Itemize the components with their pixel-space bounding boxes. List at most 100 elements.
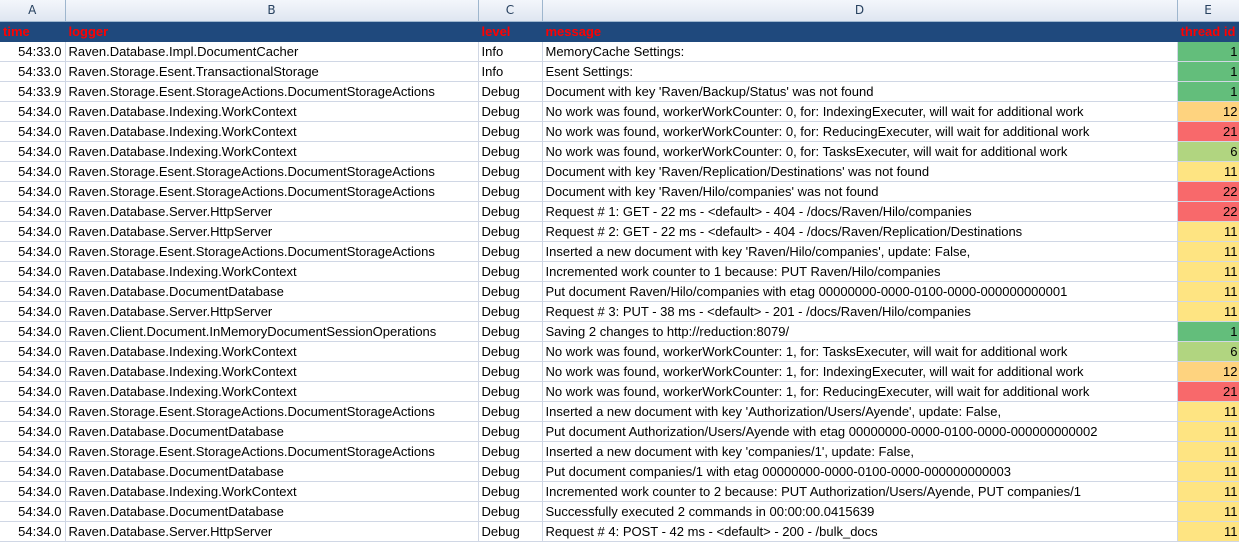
header-thread-id[interactable]: thread id [1177, 21, 1239, 42]
cell-logger[interactable]: Raven.Storage.Esent.StorageActions.Docum… [65, 181, 479, 202]
cell-level[interactable]: Debug [478, 501, 543, 522]
cell-level[interactable]: Debug [478, 181, 543, 202]
cell-level[interactable]: Debug [478, 481, 543, 502]
cell-time[interactable]: 54:34.0 [0, 261, 66, 282]
cell-level[interactable]: Debug [478, 321, 543, 342]
cell-logger[interactable]: Raven.Database.Indexing.WorkContext [65, 481, 479, 502]
cell-message[interactable]: Inserted a new document with key 'compan… [542, 441, 1178, 462]
cell-level[interactable]: Debug [478, 281, 543, 302]
cell-level[interactable]: Debug [478, 201, 543, 222]
cell-thread-id[interactable]: 11 [1177, 521, 1239, 542]
cell-logger[interactable]: Raven.Database.Server.HttpServer [65, 521, 479, 542]
cell-thread-id[interactable]: 11 [1177, 461, 1239, 482]
cell-level[interactable]: Info [478, 41, 543, 62]
cell-time[interactable]: 54:34.0 [0, 501, 66, 522]
cell-message[interactable]: No work was found, workerWorkCounter: 1,… [542, 341, 1178, 362]
cell-message[interactable]: MemoryCache Settings: [542, 41, 1178, 62]
cell-time[interactable]: 54:34.0 [0, 281, 66, 302]
cell-time[interactable]: 54:33.0 [0, 41, 66, 62]
cell-logger[interactable]: Raven.Storage.Esent.StorageActions.Docum… [65, 441, 479, 462]
cell-thread-id[interactable]: 11 [1177, 481, 1239, 502]
column-header-c[interactable]: C [478, 0, 543, 22]
cell-time[interactable]: 54:34.0 [0, 401, 66, 422]
cell-logger[interactable]: Raven.Database.Server.HttpServer [65, 221, 479, 242]
cell-message[interactable]: Request # 4: POST - 42 ms - <default> - … [542, 521, 1178, 542]
cell-thread-id[interactable]: 11 [1177, 301, 1239, 322]
cell-thread-id[interactable]: 1 [1177, 61, 1239, 82]
cell-time[interactable]: 54:34.0 [0, 121, 66, 142]
cell-logger[interactable]: Raven.Database.Indexing.WorkContext [65, 121, 479, 142]
cell-time[interactable]: 54:34.0 [0, 341, 66, 362]
cell-thread-id[interactable]: 11 [1177, 161, 1239, 182]
cell-logger[interactable]: Raven.Database.DocumentDatabase [65, 421, 479, 442]
cell-level[interactable]: Debug [478, 81, 543, 102]
cell-message[interactable]: Inserted a new document with key 'Author… [542, 401, 1178, 422]
cell-time[interactable]: 54:33.9 [0, 81, 66, 102]
cell-logger[interactable]: Raven.Database.Indexing.WorkContext [65, 381, 479, 402]
cell-message[interactable]: Put document Raven/Hilo/companies with e… [542, 281, 1178, 302]
cell-thread-id[interactable]: 11 [1177, 441, 1239, 462]
cell-level[interactable]: Debug [478, 421, 543, 442]
cell-time[interactable]: 54:34.0 [0, 461, 66, 482]
cell-level[interactable]: Debug [478, 121, 543, 142]
cell-time[interactable]: 54:34.0 [0, 201, 66, 222]
cell-logger[interactable]: Raven.Database.Indexing.WorkContext [65, 101, 479, 122]
cell-thread-id[interactable]: 12 [1177, 361, 1239, 382]
cell-thread-id[interactable]: 22 [1177, 201, 1239, 222]
cell-message[interactable]: Put document Authorization/Users/Ayende … [542, 421, 1178, 442]
cell-logger[interactable]: Raven.Database.DocumentDatabase [65, 281, 479, 302]
header-logger[interactable]: logger [65, 21, 479, 42]
cell-level[interactable]: Debug [478, 361, 543, 382]
cell-message[interactable]: Inserted a new document with key 'Raven/… [542, 241, 1178, 262]
cell-level[interactable]: Debug [478, 261, 543, 282]
cell-message[interactable]: No work was found, workerWorkCounter: 1,… [542, 381, 1178, 402]
cell-logger[interactable]: Raven.Database.Indexing.WorkContext [65, 261, 479, 282]
cell-time[interactable]: 54:34.0 [0, 421, 66, 442]
cell-thread-id[interactable]: 12 [1177, 101, 1239, 122]
cell-message[interactable]: Document with key 'Raven/Hilo/companies'… [542, 181, 1178, 202]
cell-level[interactable]: Debug [478, 241, 543, 262]
cell-level[interactable]: Debug [478, 521, 543, 542]
cell-message[interactable]: Incremented work counter to 2 because: P… [542, 481, 1178, 502]
cell-time[interactable]: 54:34.0 [0, 141, 66, 162]
cell-level[interactable]: Debug [478, 441, 543, 462]
cell-time[interactable]: 54:34.0 [0, 101, 66, 122]
cell-time[interactable]: 54:34.0 [0, 221, 66, 242]
cell-time[interactable]: 54:34.0 [0, 241, 66, 262]
cell-thread-id[interactable]: 11 [1177, 241, 1239, 262]
cell-thread-id[interactable]: 1 [1177, 81, 1239, 102]
cell-thread-id[interactable]: 11 [1177, 261, 1239, 282]
cell-logger[interactable]: Raven.Database.Indexing.WorkContext [65, 141, 479, 162]
cell-level[interactable]: Debug [478, 301, 543, 322]
column-header-b[interactable]: B [65, 0, 479, 22]
cell-thread-id[interactable]: 22 [1177, 181, 1239, 202]
cell-message[interactable]: Incremented work counter to 1 because: P… [542, 261, 1178, 282]
cell-logger[interactable]: Raven.Database.DocumentDatabase [65, 461, 479, 482]
cell-thread-id[interactable]: 1 [1177, 41, 1239, 62]
cell-logger[interactable]: Raven.Database.Indexing.WorkContext [65, 361, 479, 382]
cell-thread-id[interactable]: 21 [1177, 121, 1239, 142]
cell-time[interactable]: 54:34.0 [0, 521, 66, 542]
cell-thread-id[interactable]: 21 [1177, 381, 1239, 402]
cell-thread-id[interactable]: 11 [1177, 401, 1239, 422]
cell-message[interactable]: Request # 3: PUT - 38 ms - <default> - 2… [542, 301, 1178, 322]
header-message[interactable]: message [542, 21, 1178, 42]
cell-message[interactable]: No work was found, workerWorkCounter: 0,… [542, 141, 1178, 162]
cell-message[interactable]: Put document companies/1 with etag 00000… [542, 461, 1178, 482]
cell-level[interactable]: Debug [478, 221, 543, 242]
cell-logger[interactable]: Raven.Database.Server.HttpServer [65, 201, 479, 222]
cell-message[interactable]: Esent Settings: [542, 61, 1178, 82]
cell-time[interactable]: 54:34.0 [0, 161, 66, 182]
cell-level[interactable]: Debug [478, 161, 543, 182]
cell-message[interactable]: Request # 1: GET - 22 ms - <default> - 4… [542, 201, 1178, 222]
cell-logger[interactable]: Raven.Database.Server.HttpServer [65, 301, 479, 322]
cell-thread-id[interactable]: 11 [1177, 421, 1239, 442]
cell-logger[interactable]: Raven.Storage.Esent.TransactionalStorage [65, 61, 479, 82]
header-time[interactable]: time [0, 21, 66, 42]
cell-level[interactable]: Debug [478, 141, 543, 162]
cell-time[interactable]: 54:34.0 [0, 361, 66, 382]
cell-time[interactable]: 54:33.0 [0, 61, 66, 82]
cell-logger[interactable]: Raven.Database.DocumentDatabase [65, 501, 479, 522]
cell-thread-id[interactable]: 11 [1177, 221, 1239, 242]
cell-thread-id[interactable]: 6 [1177, 141, 1239, 162]
